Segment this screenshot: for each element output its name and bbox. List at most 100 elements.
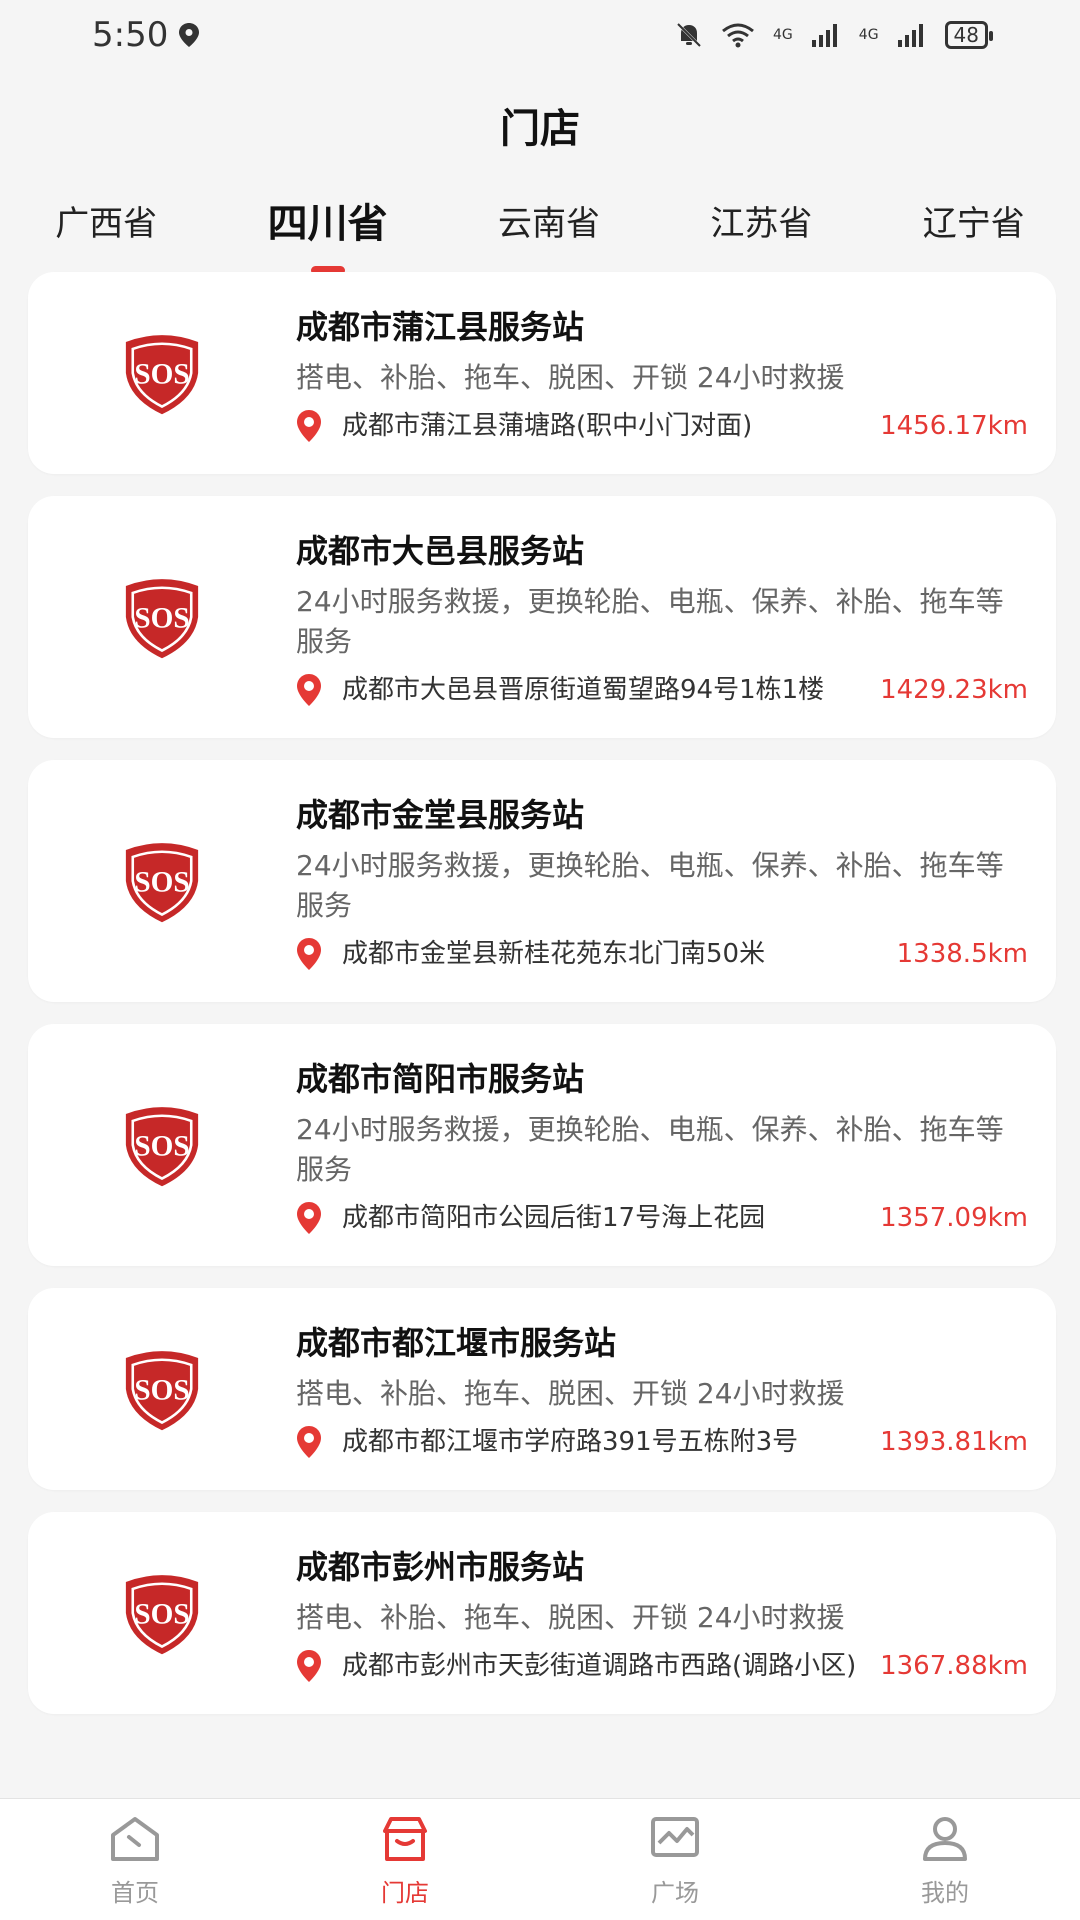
sos-shield-logo: SOS	[125, 843, 199, 923]
station-name: 成都市金堂县服务站	[296, 796, 585, 834]
nav-label: 首页	[111, 1879, 159, 1907]
station-name: 成都市大邑县服务站	[296, 532, 585, 570]
location-pin-icon	[297, 1426, 321, 1458]
sos-shield-logo: SOS	[125, 335, 199, 415]
address-row: 成都市蒲江县蒲塘路(职中小门对面) 1456.17km	[296, 408, 1028, 444]
station-address: 成都市都江堰市学府路391号五栋附3号	[342, 1427, 799, 1457]
signal-label-2: 4G	[858, 27, 879, 43]
address-row: 成都市大邑县晋原街道蜀望路94号1栋1楼 1429.23km	[296, 672, 1028, 708]
tab-jiangsu[interactable]: 江苏省	[698, 186, 824, 255]
logo-wrap: SOS	[28, 1346, 296, 1432]
station-content: 成都市大邑县服务站 24小时服务救援，更换轮胎、电瓶、保养、补胎、拖车等服务 成…	[296, 526, 1028, 708]
logo-wrap: SOS	[28, 1102, 296, 1188]
station-card[interactable]: SOS 成都市简阳市服务站 24小时服务救援，更换轮胎、电瓶、保养、补胎、拖车等…	[28, 1024, 1056, 1266]
logo-wrap: SOS	[28, 838, 296, 924]
station-content: 成都市彭州市服务站 搭电、补胎、拖车、脱困、开锁 24小时救援 成都市彭州市天彭…	[296, 1542, 1028, 1684]
sos-shield-logo: SOS	[125, 1107, 199, 1187]
svg-text:SOS: SOS	[134, 1598, 189, 1630]
nav-label: 我的	[921, 1879, 969, 1907]
station-services: 搭电、补胎、拖车、脱困、开锁 24小时救援	[296, 1601, 845, 1634]
address-row: 成都市彭州市天彭街道调路市西路(调路小区) 1367.88km	[296, 1648, 1028, 1684]
tab-guangxi[interactable]: 广西省	[43, 186, 169, 255]
nav-label: 门店	[381, 1879, 429, 1907]
battery-level: 48	[953, 23, 979, 47]
station-card[interactable]: SOS 成都市蒲江县服务站 搭电、补胎、拖车、脱困、开锁 24小时救援 成都市蒲…	[28, 272, 1056, 474]
location-pin-icon	[297, 410, 321, 442]
location-pin-icon	[297, 1650, 321, 1682]
app-header: 门店	[0, 70, 1080, 180]
svg-text:SOS: SOS	[134, 358, 189, 390]
station-address: 成都市蒲江县蒲塘路(职中小门对面)	[342, 411, 753, 441]
signal-bars-icon	[811, 24, 837, 47]
station-card[interactable]: SOS 成都市大邑县服务站 24小时服务救援，更换轮胎、电瓶、保养、补胎、拖车等…	[28, 496, 1056, 738]
nav-home[interactable]: 首页	[35, 1811, 235, 1908]
nav-label: 广场	[651, 1879, 699, 1907]
station-content: 成都市都江堰市服务站 搭电、补胎、拖车、脱困、开锁 24小时救援 成都市都江堰市…	[296, 1318, 1028, 1460]
station-distance: 1357.09km	[880, 1203, 1028, 1233]
tab-label: 江苏省	[710, 203, 813, 244]
signal-bars-icon	[897, 24, 923, 47]
station-card[interactable]: SOS 成都市金堂县服务站 24小时服务救援，更换轮胎、电瓶、保养、补胎、拖车等…	[28, 760, 1056, 1002]
status-left: 5:50	[92, 15, 200, 55]
sos-shield-logo: SOS	[125, 1575, 199, 1655]
station-distance: 1429.23km	[880, 675, 1028, 705]
station-address: 成都市大邑县晋原街道蜀望路94号1栋1楼	[342, 675, 825, 705]
logo-wrap: SOS	[28, 1570, 296, 1656]
location-pin-icon	[297, 674, 321, 706]
station-services: 24小时服务救援，更换轮胎、电瓶、保养、补胎、拖车等服务	[296, 849, 1004, 922]
location-icon	[179, 23, 200, 47]
logo-wrap: SOS	[28, 330, 296, 416]
tab-liaoning[interactable]: 辽宁省	[911, 186, 1037, 255]
station-services: 搭电、补胎、拖车、脱困、开锁 24小时救援	[296, 361, 845, 394]
sos-shield-logo: SOS	[125, 579, 199, 659]
square-icon	[651, 1817, 699, 1857]
tab-sichuan[interactable]: 四川省	[256, 181, 400, 275]
profile-icon	[923, 1817, 967, 1861]
signal-label-1: 4G	[773, 27, 793, 43]
station-address: 成都市彭州市天彭街道调路市西路(调路小区)	[342, 1651, 857, 1681]
station-services: 搭电、补胎、拖车、脱困、开锁 24小时救援	[296, 1377, 845, 1410]
status-right: 4G 4G 48	[675, 21, 994, 49]
station-services: 24小时服务救援，更换轮胎、电瓶、保养、补胎、拖车等服务	[296, 1113, 1004, 1186]
mute-bell-icon	[676, 22, 702, 48]
station-distance: 1456.17km	[880, 411, 1028, 441]
station-name: 成都市简阳市服务站	[296, 1060, 585, 1098]
home-icon	[111, 1817, 159, 1861]
svg-text:SOS: SOS	[134, 1130, 189, 1162]
status-time: 5:50	[92, 15, 169, 55]
address-row: 成都市简阳市公园后街17号海上花园 1357.09km	[296, 1200, 1028, 1236]
station-list: SOS 成都市蒲江县服务站 搭电、补胎、拖车、脱困、开锁 24小时救援 成都市蒲…	[28, 272, 1056, 1736]
tab-label: 云南省	[497, 203, 600, 244]
bottom-nav: 首页 门店 广场 我的	[0, 1798, 1080, 1920]
station-name: 成都市蒲江县服务站	[296, 308, 585, 346]
location-pin-icon	[297, 938, 321, 970]
tab-label: 辽宁省	[922, 203, 1025, 244]
tab-label: 广西省	[55, 203, 158, 244]
station-card[interactable]: SOS 成都市都江堰市服务站 搭电、补胎、拖车、脱困、开锁 24小时救援 成都市…	[28, 1288, 1056, 1490]
battery-icon: 48	[944, 21, 994, 49]
station-services: 24小时服务救援，更换轮胎、电瓶、保养、补胎、拖车等服务	[296, 585, 1004, 658]
station-name: 成都市彭州市服务站	[296, 1548, 585, 1586]
nav-square[interactable]: 广场	[575, 1811, 775, 1908]
wifi-icon	[722, 23, 754, 48]
svg-text:SOS: SOS	[134, 1374, 189, 1406]
station-card[interactable]: SOS 成都市彭州市服务站 搭电、补胎、拖车、脱困、开锁 24小时救援 成都市彭…	[28, 1512, 1056, 1714]
address-row: 成都市都江堰市学府路391号五栋附3号 1393.81km	[296, 1424, 1028, 1460]
svg-text:SOS: SOS	[134, 602, 189, 634]
status-bar: 5:50 4G 4G 48	[0, 0, 1080, 70]
tab-yunnan[interactable]: 云南省	[486, 186, 612, 255]
station-distance: 1338.5km	[896, 939, 1028, 969]
store-icon	[383, 1817, 427, 1861]
address-row: 成都市金堂县新桂花苑东北门南50米 1338.5km	[296, 936, 1028, 972]
station-distance: 1393.81km	[880, 1427, 1028, 1457]
station-name: 成都市都江堰市服务站	[296, 1324, 617, 1362]
svg-text:SOS: SOS	[134, 866, 189, 898]
station-content: 成都市简阳市服务站 24小时服务救援，更换轮胎、电瓶、保养、补胎、拖车等服务 成…	[296, 1054, 1028, 1236]
tab-label: 四川省	[267, 201, 388, 247]
page-title: 门店	[500, 106, 580, 152]
nav-profile[interactable]: 我的	[845, 1811, 1045, 1908]
station-address: 成都市金堂县新桂花苑东北门南50米	[342, 939, 766, 969]
logo-wrap: SOS	[28, 574, 296, 660]
nav-store[interactable]: 门店	[305, 1811, 505, 1908]
station-content: 成都市蒲江县服务站 搭电、补胎、拖车、脱困、开锁 24小时救援 成都市蒲江县蒲塘…	[296, 302, 1028, 444]
